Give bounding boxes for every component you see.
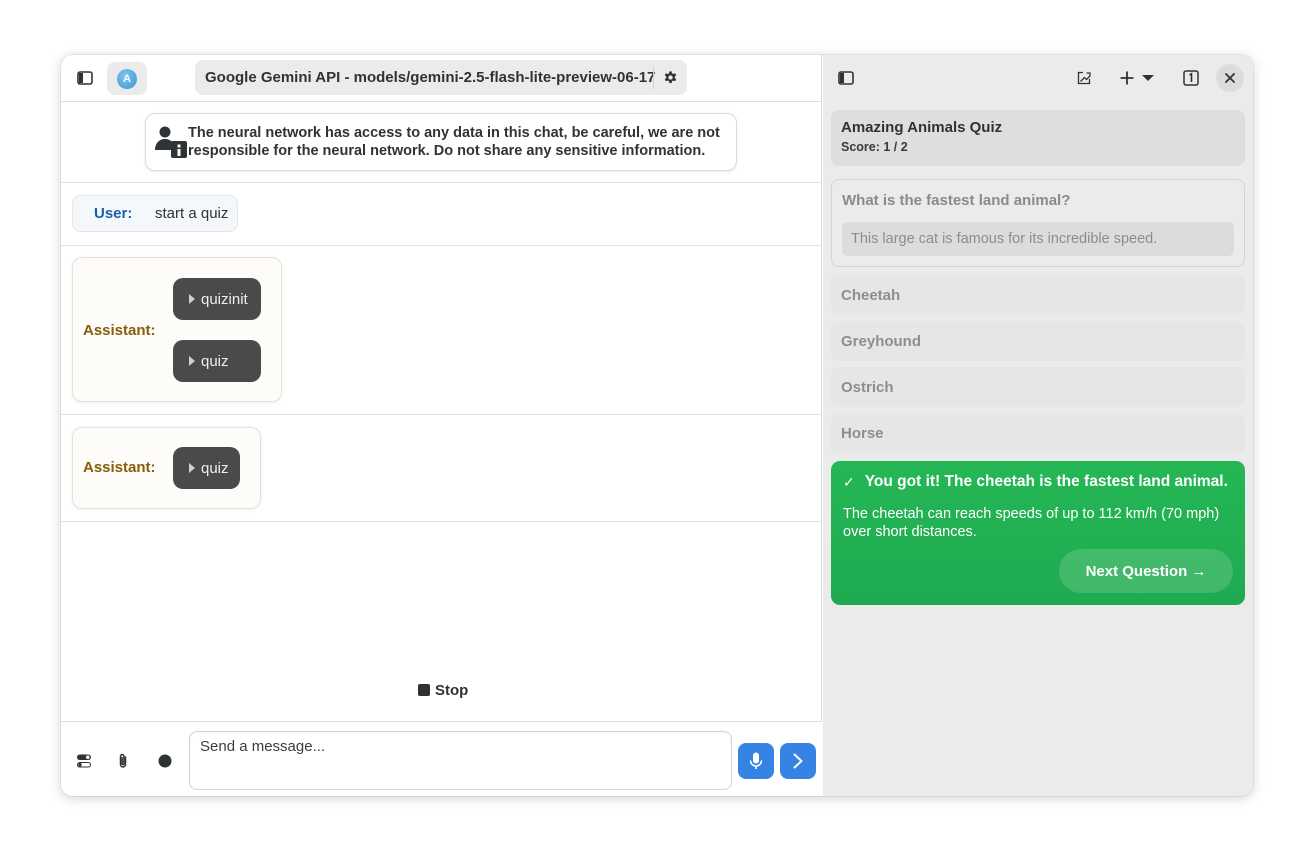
voice-input-button[interactable] bbox=[738, 743, 774, 779]
toggle-icon bbox=[77, 754, 91, 768]
sidebar-icon bbox=[77, 71, 93, 85]
feedback-title-row: ✓ You got it! The cheetah is the fastest… bbox=[843, 473, 1228, 491]
answer-option[interactable]: Greyhound bbox=[831, 321, 1245, 361]
send-arrow-icon bbox=[793, 753, 803, 769]
close-icon bbox=[1225, 73, 1235, 83]
question-card: What is the fastest land animal? This la… bbox=[831, 179, 1245, 267]
question-hint: This large cat is famous for its incredi… bbox=[842, 222, 1234, 256]
record-button[interactable] bbox=[154, 750, 176, 772]
divider bbox=[61, 182, 822, 183]
send-button[interactable] bbox=[780, 743, 816, 779]
record-icon bbox=[158, 754, 172, 768]
sidebar-toggle-button[interactable] bbox=[830, 63, 862, 93]
answer-option[interactable]: Ostrich bbox=[831, 367, 1245, 407]
divider bbox=[61, 245, 822, 246]
avatar: A bbox=[117, 68, 137, 89]
expand-triangle-icon bbox=[189, 463, 195, 473]
quiz-score: Score: 1 / 2 bbox=[841, 140, 908, 154]
microphone-icon bbox=[749, 752, 763, 769]
stop-button[interactable]: Stop bbox=[418, 679, 468, 701]
divider bbox=[61, 521, 822, 522]
quiz-header: Amazing Animals Quiz Score: 1 / 2 bbox=[831, 110, 1245, 166]
user-message: User: start a quiz bbox=[72, 195, 238, 232]
user-info-icon bbox=[146, 126, 188, 158]
external-link-icon bbox=[1077, 71, 1091, 85]
tool-call-label: quiz bbox=[201, 459, 229, 477]
answer-feedback: ✓ You got it! The cheetah is the fastest… bbox=[831, 461, 1245, 605]
message-input[interactable] bbox=[189, 731, 732, 790]
feedback-title: You got it! The cheetah is the fastest l… bbox=[864, 473, 1228, 490]
counter-button[interactable] bbox=[1176, 63, 1206, 93]
stop-label: Stop bbox=[435, 681, 469, 699]
divider bbox=[61, 414, 822, 415]
quiz-pane-header bbox=[823, 55, 1253, 102]
app-window: A Google Gemini API - models/gemini-2.5-… bbox=[61, 55, 1253, 796]
chat-header: A Google Gemini API - models/gemini-2.5-… bbox=[61, 55, 822, 102]
user-role-label: User: bbox=[94, 205, 133, 222]
expand-triangle-icon bbox=[189, 294, 195, 304]
question-text: What is the fastest land animal? bbox=[842, 192, 1071, 209]
user-message-text: start a quiz bbox=[155, 205, 229, 222]
chat-pane: A Google Gemini API - models/gemini-2.5-… bbox=[61, 55, 822, 796]
stop-icon bbox=[418, 684, 430, 696]
tool-call-label: quizinit bbox=[201, 290, 248, 308]
quiz-title: Amazing Animals Quiz bbox=[841, 119, 1003, 136]
model-selector[interactable]: Google Gemini API - models/gemini-2.5-fl… bbox=[195, 60, 687, 95]
paperclip-icon bbox=[119, 753, 127, 768]
attach-button[interactable] bbox=[112, 750, 134, 772]
model-settings-button[interactable] bbox=[654, 60, 687, 95]
expand-triangle-icon bbox=[189, 356, 195, 366]
tool-call-button[interactable]: quiz bbox=[173, 447, 240, 489]
quiz-pane: Amazing Animals Quiz Score: 1 / 2 What i… bbox=[823, 55, 1253, 796]
composer bbox=[61, 721, 822, 796]
plus-icon bbox=[1120, 71, 1134, 85]
open-external-button[interactable] bbox=[1069, 63, 1099, 93]
sidebar-toggle-button[interactable] bbox=[69, 63, 101, 93]
number-one-icon bbox=[1183, 70, 1199, 86]
privacy-disclaimer: The neural network has access to any dat… bbox=[145, 113, 737, 171]
assistant-role-label: Assistant: bbox=[83, 322, 156, 339]
avatar-button[interactable]: A bbox=[107, 62, 147, 95]
answer-option[interactable]: Cheetah bbox=[831, 275, 1245, 315]
tools-toggle-button[interactable] bbox=[73, 750, 95, 772]
model-name: Google Gemini API - models/gemini-2.5-fl… bbox=[205, 69, 656, 86]
chevron-down-icon bbox=[1142, 75, 1154, 81]
add-menu-button[interactable] bbox=[1113, 63, 1161, 93]
gear-icon bbox=[664, 71, 677, 84]
tool-call-button[interactable]: quiz bbox=[173, 340, 261, 382]
feedback-body: The cheetah can reach speeds of up to 11… bbox=[843, 506, 1220, 540]
next-question-button[interactable]: Next Question → bbox=[1059, 549, 1233, 593]
answer-option[interactable]: Horse bbox=[831, 413, 1245, 453]
assistant-message: Assistant: quiz bbox=[72, 427, 261, 509]
disclaimer-text: The neural network has access to any dat… bbox=[188, 125, 720, 159]
check-icon: ✓ bbox=[843, 473, 855, 490]
tool-call-label: quiz bbox=[201, 352, 229, 370]
sidebar-right-icon bbox=[838, 71, 854, 85]
assistant-role-label: Assistant: bbox=[83, 459, 156, 476]
assistant-message: Assistant: quizinit quiz bbox=[72, 257, 282, 402]
tool-call-button[interactable]: quizinit bbox=[173, 278, 261, 320]
close-button[interactable] bbox=[1216, 64, 1244, 92]
